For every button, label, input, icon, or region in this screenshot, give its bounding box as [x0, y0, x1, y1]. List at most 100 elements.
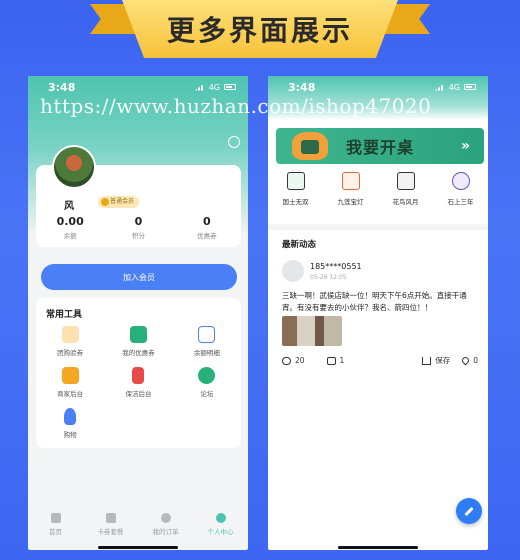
- game-label: 花鸟风月: [392, 198, 419, 206]
- profile-card: 风 普通会员 0.00 余额 0 积分 0 优惠券: [36, 145, 241, 247]
- views-count: 20: [282, 356, 305, 365]
- double-chevron-right-icon: »: [460, 138, 470, 154]
- comments-value: 1: [339, 356, 345, 365]
- likes-value: 0: [473, 356, 478, 365]
- tab-personal-center[interactable]: 个人中心: [196, 512, 246, 536]
- signal-icon: [434, 83, 445, 91]
- status-time: 3:48: [288, 80, 316, 94]
- banner-plate: 更多界面展示: [122, 0, 398, 58]
- game-guoshi-wushuang[interactable]: 国士无双: [270, 172, 322, 206]
- game-shishang-sannian[interactable]: 石上三年: [435, 172, 487, 206]
- compose-post-button[interactable]: [456, 498, 482, 524]
- stat-label: 积分: [131, 232, 145, 240]
- post-avatar[interactable]: [282, 260, 304, 282]
- tile-icon: [396, 172, 415, 190]
- tools-title: 常用工具: [46, 310, 83, 320]
- stat-label: 余额: [63, 232, 77, 240]
- tool-label: 我的优惠券: [122, 349, 155, 357]
- heart-icon: [460, 355, 471, 366]
- member-badge: 普通会员: [98, 196, 140, 208]
- tool-cleaning-admin[interactable]: 保洁后台: [104, 367, 172, 398]
- left-phone-screen: 3:48 4G 风 普通会员 0.00 余额 0 积分 0 优惠券 加入会员 常…: [28, 76, 248, 550]
- tool-balance-detail[interactable]: 余额明细: [173, 326, 241, 357]
- home-icon: [50, 512, 61, 523]
- tab-label: 卡券套餐: [97, 527, 124, 536]
- tool-label: 余额明细: [193, 349, 220, 357]
- tool-label: 保洁后台: [125, 390, 152, 398]
- network-label: 4G: [208, 82, 220, 92]
- signal-icon: [194, 83, 205, 91]
- game-label: 国士无双: [282, 198, 309, 206]
- tab-card-packages[interactable]: 卡券套餐: [86, 512, 136, 536]
- header-banner: 更多界面展示: [0, 0, 520, 70]
- tool-label: 购物: [63, 431, 77, 439]
- battery-icon: [224, 84, 236, 90]
- tool-label: 论坛: [200, 390, 214, 398]
- join-membership-button[interactable]: 加入会员: [41, 264, 237, 290]
- download-icon: [422, 356, 432, 365]
- tool-label: 团购验券: [57, 349, 84, 357]
- post-actions: 20 1 保存 0: [282, 355, 478, 366]
- stats-row: 0.00 余额 0 积分 0 优惠券: [36, 215, 241, 240]
- tab-label: 我的订单: [152, 527, 179, 536]
- home-indicator: [338, 546, 418, 549]
- mahjong-tile-icon: [286, 172, 305, 190]
- news-title: 最新动态: [282, 240, 317, 250]
- comment-icon: [326, 356, 336, 365]
- tab-my-orders[interactable]: 我的订单: [141, 512, 191, 536]
- status-time: 3:48: [48, 80, 76, 94]
- stat-balance[interactable]: 0.00 余额: [40, 215, 100, 240]
- coupon-icon: [129, 326, 147, 343]
- ticket-icon: [61, 326, 79, 343]
- list-icon: [198, 326, 216, 343]
- username: 风: [64, 201, 74, 212]
- battery-icon: [464, 84, 476, 90]
- stat-points[interactable]: 0 积分: [108, 215, 168, 240]
- home-indicator: [98, 546, 178, 549]
- post-username: 185****0551: [310, 262, 362, 271]
- pen-icon: [464, 506, 474, 516]
- tool-merchant-admin[interactable]: 商家后台: [36, 367, 104, 398]
- tool-forum[interactable]: 论坛: [173, 367, 241, 398]
- post-image[interactable]: [282, 316, 342, 346]
- tab-home[interactable]: 首页: [31, 512, 81, 536]
- like-button[interactable]: 0: [460, 355, 478, 366]
- eye-icon: [282, 356, 291, 365]
- save-label: 保存: [435, 356, 451, 365]
- person-icon: [215, 512, 226, 523]
- game-label: 石上三年: [447, 198, 474, 206]
- open-table-label: 我要开桌: [346, 138, 415, 157]
- section-divider: [268, 224, 488, 230]
- bottom-tabbar: 首页 卡券套餐 我的订单 个人中心: [28, 504, 248, 544]
- game-label: 九莲宝灯: [337, 198, 364, 206]
- tools-card: 常用工具 团购验券 我的优惠券 余额明细 商家后台 保洁后台 论坛 购物: [36, 298, 241, 448]
- post-text: 三缺一啊！武侯店缺一位！明天下午6点开始。直接干通宵。有没有要去的小伙伴？我名、…: [282, 291, 467, 312]
- cleaning-icon: [132, 367, 145, 384]
- card-icon: [105, 512, 116, 523]
- user-icon: [64, 408, 77, 425]
- stat-value: 0: [134, 215, 143, 228]
- game-categories: 国士无双 九莲宝灯 花鸟风月 石上三年: [268, 172, 488, 206]
- open-table-banner[interactable]: 我要开桌 »: [276, 128, 484, 164]
- network-label: 4G: [448, 82, 460, 92]
- stat-coupons[interactable]: 0 优惠券: [177, 215, 237, 240]
- views-value: 20: [295, 356, 305, 365]
- tool-my-coupons[interactable]: 我的优惠券: [104, 326, 172, 357]
- game-huaniao-fengyue[interactable]: 花鸟风月: [380, 172, 432, 206]
- shop-icon: [61, 367, 79, 384]
- lantern-icon: [341, 172, 360, 190]
- clock-icon: [160, 512, 171, 523]
- game-jiulian-baodeng[interactable]: 九莲宝灯: [325, 172, 377, 206]
- tool-label: 商家后台: [57, 390, 84, 398]
- comment-button[interactable]: 1: [326, 356, 345, 365]
- medal-icon: [451, 172, 470, 190]
- stat-label: 优惠券: [197, 232, 217, 240]
- save-button[interactable]: 保存: [422, 355, 450, 366]
- tab-label: 首页: [49, 527, 62, 536]
- avatar[interactable]: [52, 145, 96, 189]
- forum-icon: [198, 367, 216, 384]
- tool-shopping[interactable]: 购物: [36, 408, 104, 439]
- settings-icon[interactable]: [228, 136, 240, 148]
- banner-title: 更多界面展示: [166, 14, 353, 47]
- tool-group-buy-verify[interactable]: 团购验券: [36, 326, 104, 357]
